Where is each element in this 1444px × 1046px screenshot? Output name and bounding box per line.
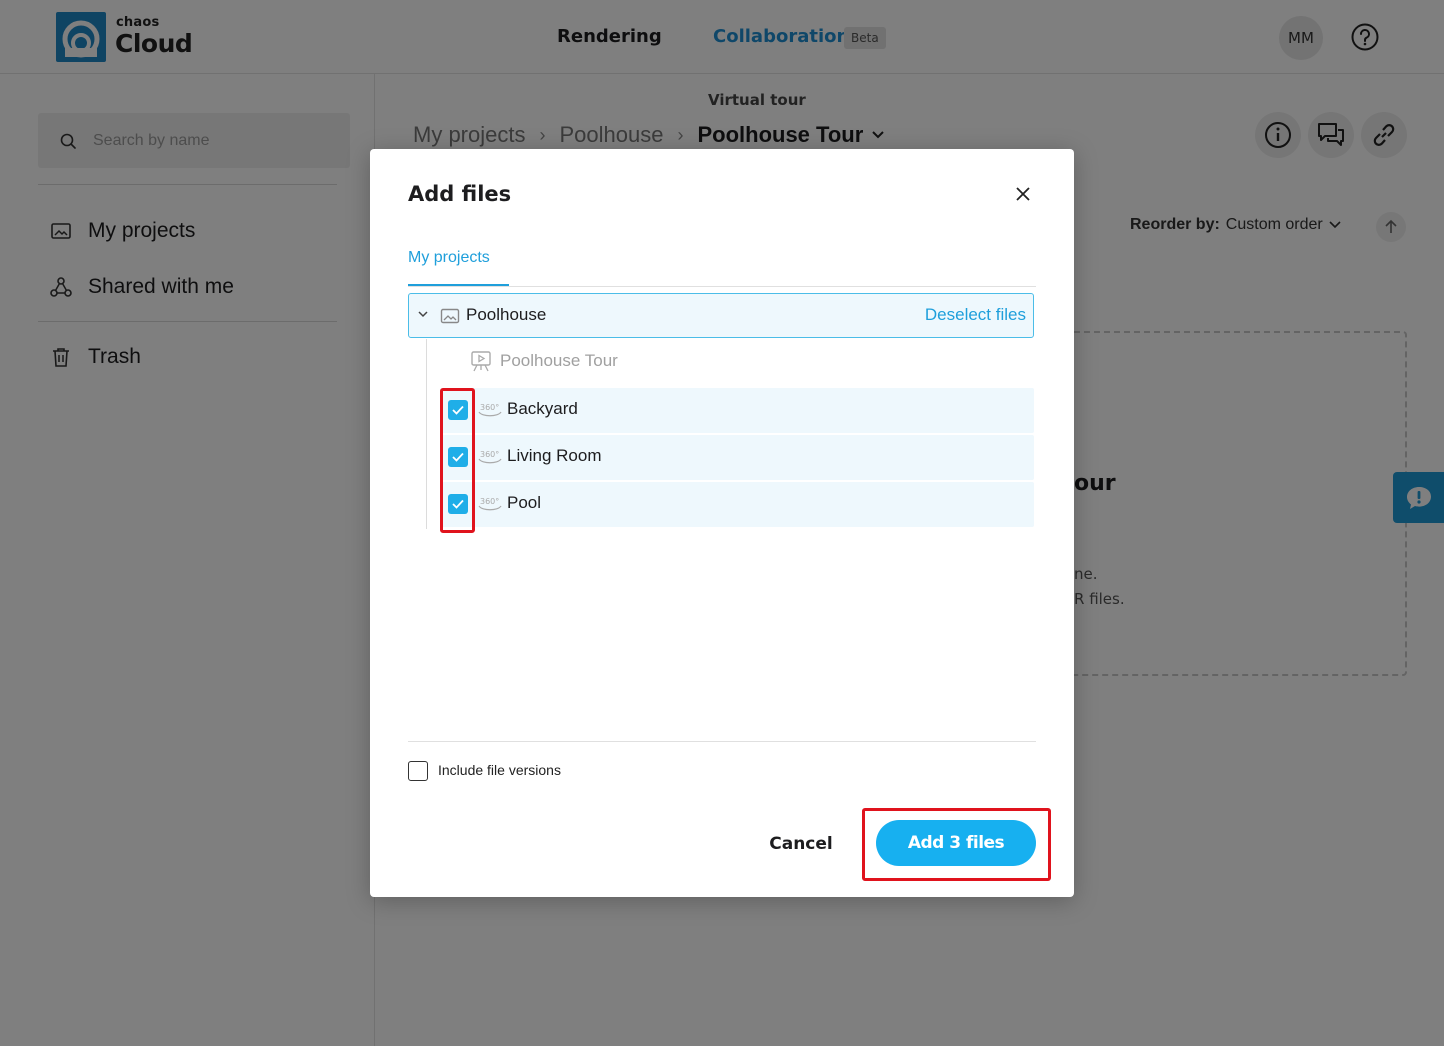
close-icon bbox=[1016, 187, 1030, 201]
tab-active-indicator bbox=[408, 284, 509, 286]
panorama-360-icon: 360° bbox=[478, 497, 502, 511]
include-versions-label: Include file versions bbox=[438, 762, 561, 778]
tree-connector bbox=[426, 339, 427, 529]
file-label: Living Room bbox=[507, 446, 602, 465]
dialog-title: Add files bbox=[408, 182, 512, 206]
folder-row-poolhouse[interactable]: Poolhouse Deselect files bbox=[408, 293, 1034, 338]
file-row[interactable]: 360° Backyard bbox=[440, 388, 1034, 433]
tab-my-projects[interactable]: My projects bbox=[408, 249, 490, 267]
file-row[interactable]: 360° Pool bbox=[440, 482, 1034, 527]
virtual-tour-icon bbox=[471, 351, 491, 372]
tab-divider bbox=[408, 286, 1036, 287]
include-versions-checkbox[interactable] bbox=[408, 761, 428, 781]
file-row[interactable]: 360° Living Room bbox=[440, 435, 1034, 480]
svg-text:360°: 360° bbox=[480, 450, 499, 459]
chevron-down-icon[interactable] bbox=[417, 308, 429, 320]
svg-text:360°: 360° bbox=[480, 497, 499, 506]
tour-item: Poolhouse Tour bbox=[470, 349, 618, 373]
add-files-dialog: Add files My projects Poolhouse Deselect… bbox=[370, 149, 1074, 897]
highlight-checkboxes bbox=[440, 388, 475, 533]
folder-name: Poolhouse bbox=[466, 305, 547, 324]
deselect-files-link[interactable]: Deselect files bbox=[925, 305, 1026, 325]
file-label: Backyard bbox=[507, 399, 578, 418]
panorama-360-icon: 360° bbox=[478, 450, 502, 464]
image-folder-icon bbox=[440, 308, 460, 324]
svg-text:360°: 360° bbox=[480, 403, 499, 412]
panorama-360-icon: 360° bbox=[478, 403, 502, 417]
file-label: Pool bbox=[507, 493, 542, 512]
footer-divider bbox=[408, 741, 1036, 742]
highlight-add-button bbox=[862, 808, 1051, 881]
close-button[interactable] bbox=[1011, 182, 1035, 206]
tour-item-label: Poolhouse Tour bbox=[500, 351, 618, 370]
cancel-button[interactable]: Cancel bbox=[756, 829, 846, 859]
